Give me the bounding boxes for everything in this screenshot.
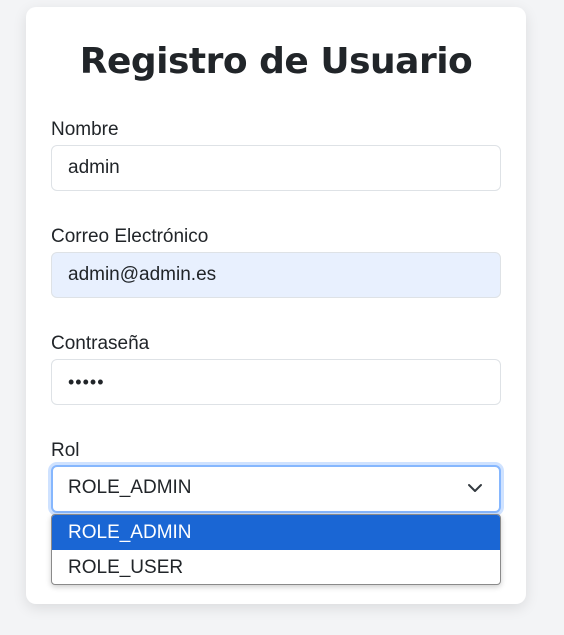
role-label: Rol: [51, 440, 80, 461]
role-select-value: ROLE_ADMIN: [68, 477, 192, 498]
role-select[interactable]: ROLE_ADMIN: [51, 465, 501, 513]
page-title: Registro de Usuario: [79, 41, 473, 82]
role-option-user[interactable]: ROLE_USER: [52, 550, 500, 584]
role-option-admin[interactable]: ROLE_ADMIN: [52, 515, 500, 550]
email-field[interactable]: admin@admin.es: [51, 252, 501, 298]
name-label: Nombre: [51, 119, 119, 140]
password-label: Contraseña: [51, 333, 150, 354]
password-field[interactable]: •••••: [51, 359, 501, 405]
email-label: Correo Electrónico: [51, 226, 209, 247]
chevron-down-icon: [468, 484, 482, 492]
role-dropdown-list: ROLE_ADMIN ROLE_USER: [51, 514, 501, 585]
name-field[interactable]: admin: [51, 145, 501, 191]
